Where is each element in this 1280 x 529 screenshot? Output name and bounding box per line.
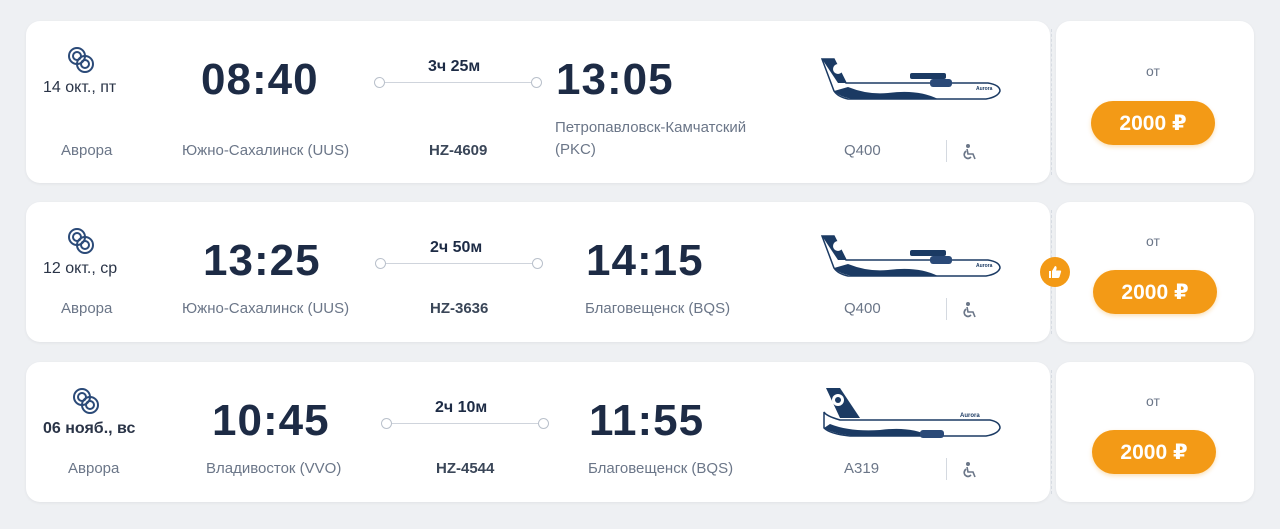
aurora-logo-icon [73, 388, 99, 414]
svg-text:Aurora: Aurora [976, 263, 993, 269]
plane-image: Aurora [823, 388, 1001, 438]
departure-time: 10:45 [212, 396, 330, 445]
separator [946, 140, 947, 162]
flight-duration: 2ч 10м [435, 399, 488, 416]
price-panel: от 2000 ₽ [1056, 362, 1254, 502]
wheelchair-icon [963, 144, 976, 160]
airline-name: Аврора [61, 142, 113, 159]
departure-city: Южно-Сахалинск (UUS) [182, 142, 350, 159]
price-panel: от 2000 ₽ [1056, 21, 1254, 183]
aircraft-type: Q400 [844, 300, 881, 317]
route-start-dot [374, 77, 385, 88]
separator [946, 298, 947, 320]
wheelchair-icon [963, 462, 976, 478]
price-button[interactable]: 2000 ₽ [1092, 430, 1216, 474]
flight-card-2[interactable]: 12 окт., ср Аврора 13:25 Южно-Сахалинск … [26, 202, 1254, 342]
route-line [385, 82, 531, 83]
separator [946, 458, 947, 480]
airline-name: Аврора [61, 300, 113, 317]
flight-date: 06 нояб., вс [43, 420, 136, 437]
aircraft-type: А319 [844, 460, 880, 477]
svg-text:Aurora: Aurora [960, 413, 980, 419]
price-prefix: от [1146, 233, 1160, 249]
route-end-dot [538, 418, 549, 429]
flight-duration: 3ч 25м [428, 58, 481, 75]
departure-time: 08:40 [201, 55, 319, 104]
price-panel: от 2000 ₽ [1056, 202, 1254, 342]
route-start-dot [375, 258, 386, 269]
route-line [392, 423, 538, 424]
arrival-city: Петропавловск-Камчатский (PKC) [555, 119, 747, 158]
thumbs-up-badge [1040, 257, 1070, 287]
aurora-logo-icon [68, 47, 94, 73]
flight-date: 14 окт., пт [43, 79, 117, 96]
price-button[interactable]: 2000 ₽ [1091, 101, 1215, 145]
route-line [386, 263, 532, 264]
plane-image: Aurora [820, 58, 1001, 100]
departure-city: Владивосток (VVO) [206, 460, 342, 477]
flight-number: HZ-3636 [430, 300, 489, 317]
route-end-dot [532, 258, 543, 269]
price-prefix: от [1146, 63, 1160, 79]
airline-name: Аврора [68, 460, 120, 477]
flight-card-main[interactable]: 06 нояб., вс Аврора 10:45 Владивосток (V… [26, 362, 1050, 502]
flight-card-main[interactable]: 12 окт., ср Аврора 13:25 Южно-Сахалинск … [26, 202, 1050, 342]
thumbs-up-icon [1049, 266, 1062, 278]
departure-city: Южно-Сахалинск (UUS) [182, 300, 350, 317]
arrival-city: Благовещенск (BQS) [585, 300, 731, 317]
wheelchair-icon [963, 302, 976, 318]
flight-number: HZ-4609 [429, 142, 488, 159]
flight-date: 12 окт., ср [43, 260, 118, 277]
card-divider [1051, 29, 1052, 175]
aurora-logo-icon [68, 228, 94, 254]
flight-card-1[interactable]: 14 окт., пт Аврора 08:40 Южно-Сахалинск … [26, 21, 1254, 183]
arrival-time: 11:55 [589, 396, 705, 445]
arrival-time: 13:05 [556, 55, 674, 104]
svg-text:Aurora: Aurora [976, 86, 993, 92]
flight-duration: 2ч 50м [430, 239, 483, 256]
arrival-city: Благовещенск (BQS) [588, 460, 734, 477]
route-end-dot [531, 77, 542, 88]
price-button[interactable]: 2000 ₽ [1093, 270, 1217, 314]
flight-card-3[interactable]: 06 нояб., вс Аврора 10:45 Владивосток (V… [26, 362, 1254, 502]
price-prefix: от [1146, 393, 1160, 409]
arrival-time: 14:15 [586, 236, 704, 285]
flight-number: HZ-4544 [436, 460, 495, 477]
route-start-dot [381, 418, 392, 429]
flight-card-main[interactable]: 14 окт., пт Аврора 08:40 Южно-Сахалинск … [26, 21, 1050, 183]
plane-image: Aurora [820, 235, 1001, 277]
card-divider [1051, 370, 1052, 494]
departure-time: 13:25 [203, 236, 321, 285]
aircraft-type: Q400 [844, 142, 881, 159]
